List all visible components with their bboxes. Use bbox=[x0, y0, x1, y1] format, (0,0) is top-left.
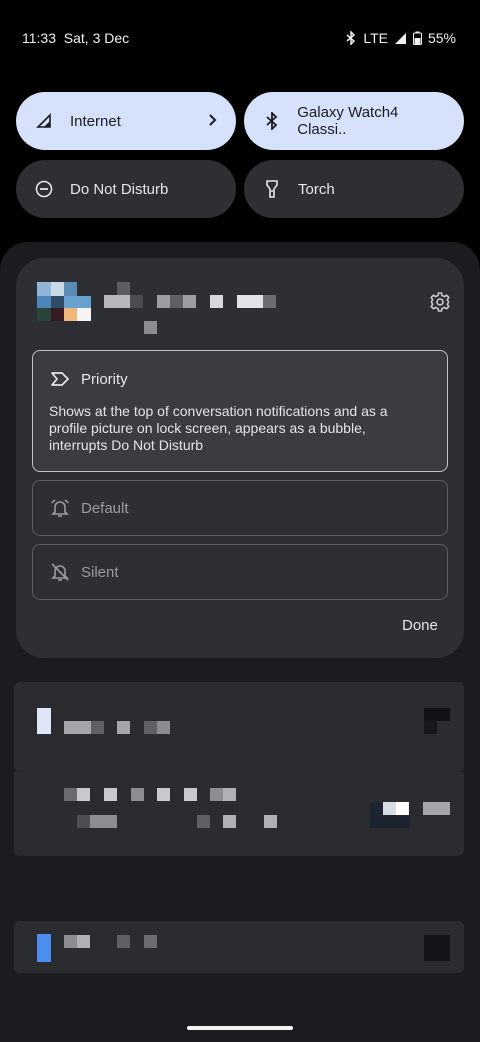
internet-tile[interactable]: Internet bbox=[16, 92, 236, 150]
done-button[interactable]: Done bbox=[402, 617, 438, 634]
bell-off-icon bbox=[49, 561, 71, 583]
priority-option[interactable]: Priority Shows at the top of conversatio… bbox=[32, 350, 448, 472]
chevron-right-icon bbox=[208, 111, 218, 133]
status-time-date: 11:33 Sat, 3 Dec bbox=[22, 30, 129, 46]
silent-label: Silent bbox=[81, 563, 119, 581]
status-date: Sat, 3 Dec bbox=[63, 30, 130, 46]
battery-percent: 55% bbox=[427, 30, 456, 46]
internet-tile-label: Internet bbox=[70, 112, 121, 130]
dnd-tile-label: Do Not Disturb bbox=[70, 180, 169, 198]
dnd-icon bbox=[34, 179, 54, 199]
silent-option[interactable]: Silent bbox=[32, 544, 448, 600]
torch-tile-label: Torch bbox=[298, 180, 335, 198]
bell-icon bbox=[49, 497, 71, 519]
torch-tile[interactable]: Torch bbox=[244, 160, 464, 218]
home-gesture-bar[interactable] bbox=[187, 1026, 293, 1030]
bluetooth-tile-label: Galaxy Watch4 Classi.. bbox=[297, 104, 399, 138]
signal-icon bbox=[34, 111, 54, 131]
bluetooth-icon bbox=[262, 111, 281, 131]
network-type: LTE bbox=[363, 30, 388, 46]
bluetooth-status-icon bbox=[345, 31, 357, 45]
torch-icon bbox=[262, 179, 282, 199]
default-option[interactable]: Default bbox=[32, 480, 448, 536]
status-time: 11:33 bbox=[22, 30, 56, 46]
status-icons: LTE 55% bbox=[345, 30, 456, 46]
notification-item[interactable] bbox=[14, 682, 464, 772]
priority-label: Priority bbox=[81, 370, 128, 388]
status-bar: 11:33 Sat, 3 Dec LTE 55% bbox=[0, 0, 480, 76]
battery-icon bbox=[412, 31, 422, 45]
priority-icon bbox=[49, 368, 71, 390]
gear-icon[interactable] bbox=[429, 291, 451, 318]
dnd-tile[interactable]: Do Not Disturb bbox=[16, 160, 236, 218]
notification-item[interactable] bbox=[14, 921, 464, 973]
notification-item[interactable] bbox=[14, 772, 464, 856]
priority-description: Shows at the top of conversation notific… bbox=[49, 403, 388, 453]
default-label: Default bbox=[81, 499, 129, 517]
signal-status-icon bbox=[394, 32, 407, 45]
bluetooth-tile[interactable]: Galaxy Watch4 Classi.. bbox=[244, 92, 464, 150]
